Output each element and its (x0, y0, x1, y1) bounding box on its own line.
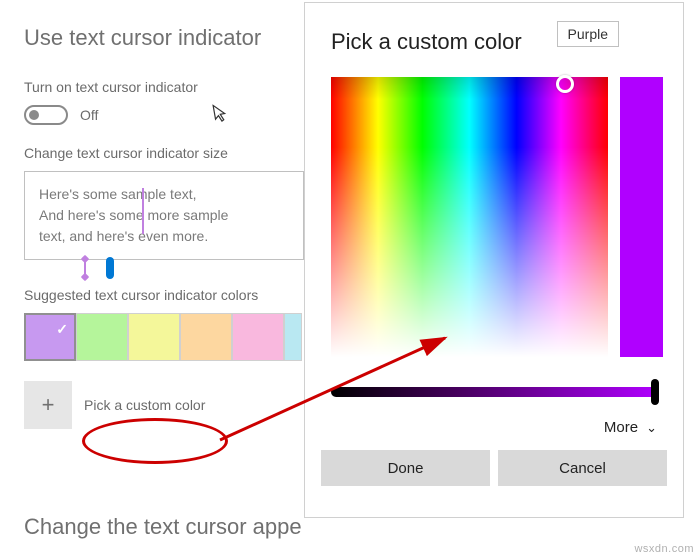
size-slider-row (24, 268, 304, 269)
gradient-overlay (331, 77, 608, 357)
toggle-row: Off (24, 105, 304, 125)
sample-line: text, and here's even more. (39, 226, 289, 247)
suggested-colors-label: Suggested text cursor indicator colors (24, 287, 304, 303)
swatch-purple[interactable] (24, 313, 76, 361)
color-preview (620, 77, 663, 357)
custom-color-row[interactable]: + Pick a custom color (24, 381, 304, 429)
plus-icon[interactable]: + (24, 381, 72, 429)
sample-text-box: Here's some sample text, And here's some… (24, 171, 304, 260)
size-label: Change text cursor indicator size (24, 145, 304, 161)
sample-line: Here's some sample text, (39, 184, 289, 205)
value-slider-thumb[interactable] (651, 379, 659, 405)
watermark: wsxdn.com (634, 543, 694, 555)
color-swatches (24, 313, 304, 361)
more-label: More (604, 419, 638, 436)
slider-min-marker (84, 260, 86, 276)
toggle-label: Turn on text cursor indicator (24, 79, 304, 95)
color-picker-popup: Purple Pick a custom color More ⌄ Done C… (304, 2, 684, 518)
cursor-indicator-preview (142, 188, 144, 234)
value-slider[interactable] (331, 387, 657, 397)
slider-thumb[interactable] (106, 257, 114, 279)
swatch-green[interactable] (76, 313, 128, 361)
size-slider[interactable] (84, 268, 244, 269)
color-tooltip: Purple (557, 21, 619, 47)
cancel-button[interactable]: Cancel (498, 450, 667, 486)
toggle-state-label: Off (80, 107, 98, 123)
swatch-pink[interactable] (232, 313, 284, 361)
hue-saturation-field[interactable] (331, 77, 608, 357)
toggle-switch[interactable] (24, 105, 68, 125)
settings-panel: Use text cursor indicator Turn on text c… (24, 25, 304, 429)
color-cursor[interactable] (556, 75, 574, 93)
swatch-cyan[interactable] (284, 313, 302, 361)
swatch-yellow[interactable] (128, 313, 180, 361)
next-section-title: Change the text cursor appe (24, 514, 302, 540)
section-title: Use text cursor indicator (24, 25, 304, 51)
sample-line: And here's some more sample (39, 205, 289, 226)
more-toggle[interactable]: More ⌄ (305, 397, 683, 450)
color-picker-buttons: Done Cancel (305, 450, 683, 502)
chevron-down-icon: ⌄ (646, 420, 657, 436)
done-button[interactable]: Done (321, 450, 490, 486)
color-picker-body (305, 77, 683, 357)
color-picker-title: Pick a custom color (305, 3, 683, 55)
custom-color-label: Pick a custom color (74, 397, 205, 413)
swatch-orange[interactable] (180, 313, 232, 361)
